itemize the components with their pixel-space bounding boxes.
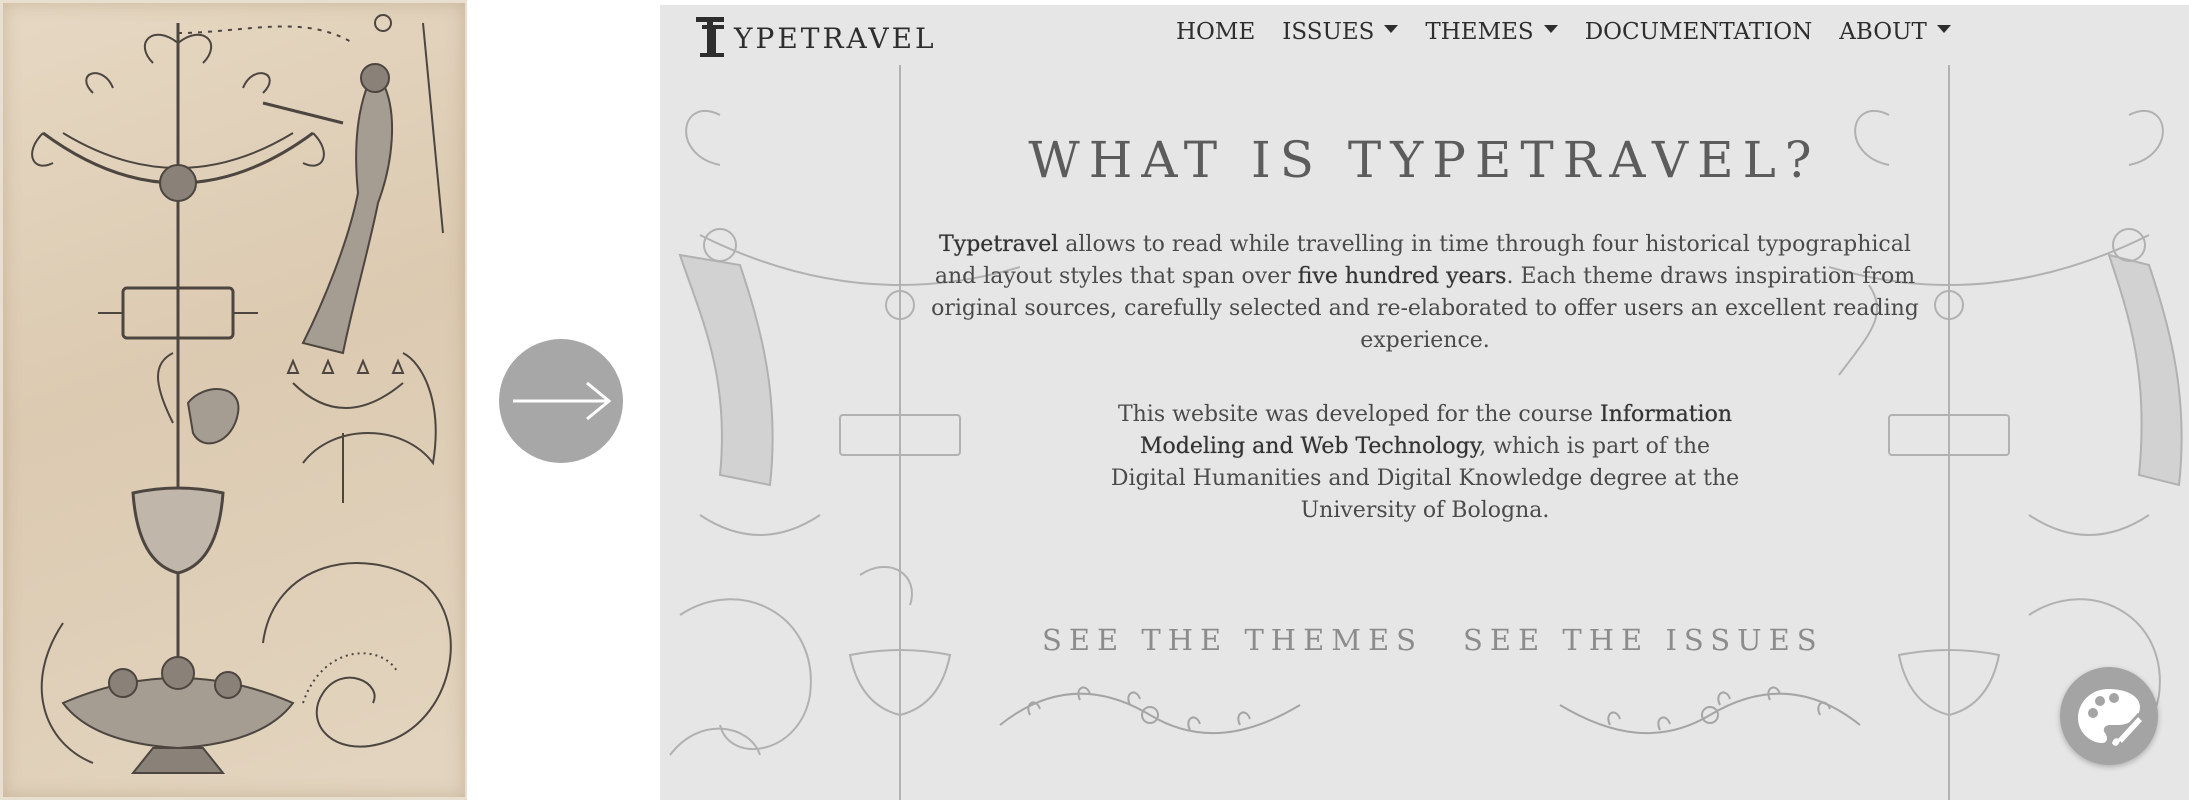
ornament-engraving-image — [3, 3, 465, 797]
engraving-drawing — [31, 14, 452, 774]
source-engraving-panel — [0, 0, 467, 800]
page-title: WHAT IS TYPETRAVEL? — [1028, 131, 1821, 189]
nav-issues-dropdown[interactable]: ISSUES — [1282, 19, 1399, 45]
course-paragraph: This website was developed for the cours… — [1110, 399, 1740, 527]
typetravel-logo-icon — [696, 17, 724, 57]
nav-documentation-label: DOCUMENTATION — [1584, 19, 1813, 45]
nav-documentation[interactable]: DOCUMENTATION — [1585, 19, 1813, 45]
main-nav: HOME ISSUES THEMES DOCUMENTATION ABOUT — [1176, 19, 1978, 45]
caret-down-icon — [1384, 25, 1399, 33]
nav-issues-label: ISSUES — [1282, 19, 1375, 45]
nav-home-label: HOME — [1176, 19, 1256, 45]
typetravel-homepage: YPETRAVEL HOME ISSUES THEMES DOCUMENTATI… — [660, 5, 2189, 800]
nav-about-dropdown[interactable]: ABOUT — [1839, 19, 1951, 45]
caret-down-icon — [1936, 25, 1951, 33]
caret-down-icon — [1543, 25, 1558, 33]
bottom-right-garland-decoration — [1559, 686, 1861, 735]
nav-about-label: ABOUT — [1839, 19, 1927, 45]
intro-strong-typetravel: Typetravel — [939, 232, 1059, 257]
nav-home[interactable]: HOME — [1176, 19, 1255, 45]
top-navbar: YPETRAVEL HOME ISSUES THEMES DOCUMENTATI… — [660, 5, 2189, 65]
see-themes-link[interactable]: SEE THE THEMES — [1042, 623, 1423, 657]
nav-themes-label: THEMES — [1425, 19, 1534, 45]
bottom-left-garland-decoration — [999, 686, 1301, 735]
brand-home-link[interactable]: YPETRAVEL — [694, 13, 937, 59]
course-text-1: This website was developed for the cours… — [1117, 402, 1600, 427]
see-issues-link[interactable]: SEE THE ISSUES — [1463, 623, 1824, 657]
palette-brush-icon — [2078, 689, 2147, 748]
theme-palette-button[interactable] — [2060, 667, 2158, 765]
intro-paragraph: Typetravel allows to read while travelli… — [920, 229, 1930, 357]
intro-strong-years: five hundred years — [1297, 264, 1507, 289]
arrow-right-icon — [499, 339, 623, 463]
brand-name: YPETRAVEL — [734, 21, 937, 55]
nav-themes-dropdown[interactable]: THEMES — [1425, 19, 1558, 45]
